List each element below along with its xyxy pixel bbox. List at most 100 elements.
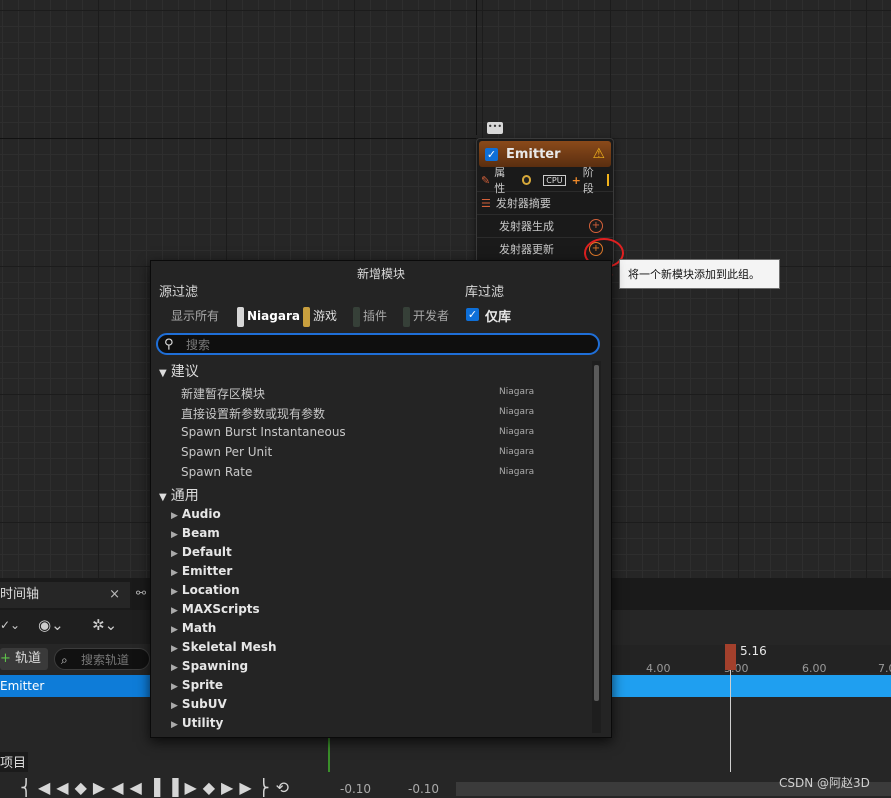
plugin-chip xyxy=(353,306,360,327)
module-search-input[interactable] xyxy=(184,336,588,354)
tick-label: 4.00 xyxy=(646,662,671,675)
category-suggested[interactable]: ▼ 建议 xyxy=(159,361,199,381)
module-search[interactable]: ⚲ xyxy=(156,333,600,355)
list-item[interactable]: Spawn Rate Niagara xyxy=(181,465,581,479)
group-item[interactable]: ▶ SubUV xyxy=(171,697,227,711)
playhead-line xyxy=(730,670,731,772)
library-only-label: 仅库 xyxy=(485,310,512,325)
search-icon: ⌕ xyxy=(61,653,68,667)
list-icon: ☰ xyxy=(481,196,491,210)
grid-axis-vertical xyxy=(476,0,477,135)
list-item[interactable]: Spawn Burst Instantaneous Niagara xyxy=(181,425,581,439)
group-label: Default xyxy=(181,545,232,559)
filter-plugin[interactable]: 插件 xyxy=(353,305,387,327)
pencil-icon: ✎ xyxy=(481,173,491,187)
timeline-tab[interactable]: 时间轴 × xyxy=(0,582,130,608)
group-item[interactable]: ▶ Location xyxy=(171,583,240,597)
module-name: Spawn Rate xyxy=(181,465,253,479)
group-label: Math xyxy=(181,621,217,635)
playhead-value: 5.16 xyxy=(740,644,767,658)
stage-accent-bar xyxy=(607,174,609,186)
collapsed-triangle-icon: ▶ xyxy=(171,530,178,540)
category-label: 建议 xyxy=(170,364,199,380)
close-icon[interactable]: × xyxy=(109,582,120,608)
add-module-popup: 新增模块 源过滤 库过滤 显示所有 Niagara 游戏 插件 开发者 ✓ 仅库… xyxy=(150,260,612,738)
emitter-properties-row[interactable]: ✎ 属性 CPU + 阶段 xyxy=(477,166,613,195)
collapsed-triangle-icon: ▶ xyxy=(171,587,178,597)
library-only-checkbox[interactable]: ✓ xyxy=(466,308,479,321)
category-label: 通用 xyxy=(170,488,199,504)
group-label: Emitter xyxy=(181,564,233,578)
playhead-marker[interactable] xyxy=(725,644,736,670)
filter-game[interactable]: 游戏 xyxy=(303,305,337,327)
group-item[interactable]: ▶ Emitter xyxy=(171,564,232,578)
group-item[interactable]: ▶ MAXScripts xyxy=(171,602,260,616)
group-label: Location xyxy=(181,583,240,597)
filter-developer-label: 开发者 xyxy=(413,309,450,323)
eye-icon[interactable]: ◉⌄ xyxy=(38,616,64,634)
list-scrollbar-thumb[interactable] xyxy=(594,365,599,701)
timeline-row-label: Emitter xyxy=(0,679,45,693)
timeline-track-bar[interactable] xyxy=(610,675,891,697)
game-chip xyxy=(303,306,310,327)
expand-triangle-icon: ▼ xyxy=(159,368,167,379)
range-end-value[interactable]: -0.10 xyxy=(408,782,439,796)
module-name: 新建暂存区模块 xyxy=(181,387,266,401)
emitter-spawn-row[interactable]: 发射器生成 + xyxy=(477,214,613,237)
list-item[interactable]: Spawn Per Unit Niagara xyxy=(181,445,581,459)
emitter-node-title: Emitter xyxy=(506,146,561,162)
add-module-spawn-button[interactable]: + xyxy=(589,219,603,233)
collapsed-triangle-icon: ▶ xyxy=(171,511,178,521)
range-start-marker[interactable] xyxy=(328,738,330,772)
list-item[interactable]: 新建暂存区模块 Niagara xyxy=(181,385,581,402)
playback-options-icon[interactable]: ✲⌄ xyxy=(92,616,117,634)
module-source: Niagara xyxy=(499,407,535,417)
filter-developer[interactable]: 开发者 xyxy=(403,305,449,327)
filter-show-all[interactable]: 显示所有 xyxy=(171,305,219,327)
warning-icon[interactable]: ⚠ xyxy=(592,146,605,162)
module-source: Niagara xyxy=(499,387,535,397)
range-start-value[interactable]: -0.10 xyxy=(340,782,371,796)
module-list: ▼ 建议 新建暂存区模块 Niagara 直接设置新参数或现有参数 Niagara… xyxy=(151,361,591,733)
group-item[interactable]: ▶ Utility xyxy=(171,716,223,730)
timeline-toolbar: ✓⌄ ◉⌄ ✲⌄ xyxy=(0,610,150,644)
timeline-tab-title: 时间轴 xyxy=(0,587,40,602)
comment-icon[interactable]: ••• xyxy=(487,122,503,134)
group-item[interactable]: ▶ Sprite xyxy=(171,678,223,692)
transport-controls[interactable]: ⎨◀◀◆▶◀◀▐▐▶◆▶▶⎬⟲ xyxy=(20,778,295,797)
collapsed-triangle-icon: ▶ xyxy=(171,682,178,692)
group-label: Sprite xyxy=(181,678,224,692)
developer-chip xyxy=(403,306,410,327)
timeline-secondary-tab-icon[interactable]: ⚯ xyxy=(136,586,146,600)
stage-label[interactable]: 阶段 xyxy=(583,164,604,196)
group-item[interactable]: ▶ Audio xyxy=(171,507,221,521)
collapsed-triangle-icon: ▶ xyxy=(171,720,178,730)
track-search-input[interactable]: ⌕ 搜索轨道 xyxy=(54,648,150,670)
add-track-button[interactable]: + 轨道 xyxy=(0,648,48,670)
group-item[interactable]: ▶ Skeletal Mesh xyxy=(171,640,277,654)
module-name: Spawn Burst Instantaneous xyxy=(181,425,346,439)
search-icon: ⚲ xyxy=(164,337,174,352)
expand-triangle-icon: ▼ xyxy=(159,492,167,503)
filter-niagara[interactable]: Niagara xyxy=(237,305,300,327)
module-name: Spawn Per Unit xyxy=(181,445,273,459)
group-item[interactable]: ▶ Beam xyxy=(171,526,220,540)
group-item[interactable]: ▶ Default xyxy=(171,545,232,559)
summary-label: 发射器摘要 xyxy=(495,197,551,210)
timeline-emitter-row[interactable]: Emitter xyxy=(0,675,150,697)
module-source: Niagara xyxy=(499,467,535,477)
list-item[interactable]: 直接设置新参数或现有参数 Niagara xyxy=(181,405,581,422)
update-label: 发射器更新 xyxy=(499,243,554,256)
add-stage-plus-icon[interactable]: + xyxy=(572,174,581,187)
chevron-down-icon[interactable]: ✓⌄ xyxy=(0,618,20,632)
tick-label: 7.0 xyxy=(878,662,891,675)
sim-target-icon xyxy=(521,175,532,185)
category-general[interactable]: ▼ 通用 xyxy=(159,485,199,505)
emitter-enabled-checkbox[interactable]: ✓ xyxy=(485,147,498,161)
collapsed-triangle-icon: ▶ xyxy=(171,625,178,635)
filter-plugin-label: 插件 xyxy=(363,309,388,323)
group-label: Beam xyxy=(181,526,220,540)
group-item[interactable]: ▶ Math xyxy=(171,621,216,635)
group-item[interactable]: ▶ Spawning xyxy=(171,659,248,673)
collapsed-triangle-icon: ▶ xyxy=(171,549,178,559)
